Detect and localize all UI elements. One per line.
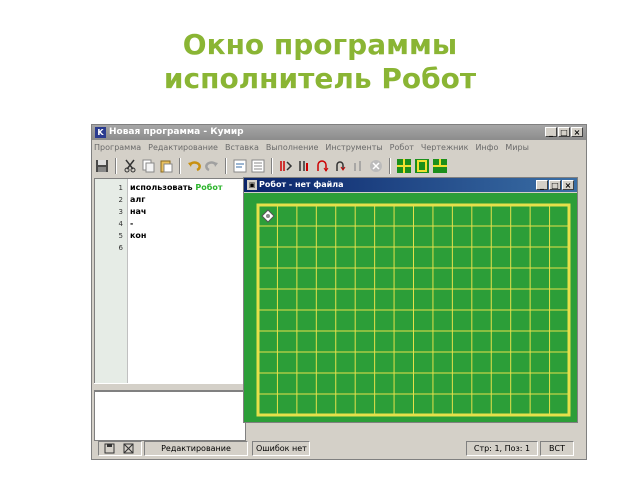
code-line[interactable]: - bbox=[130, 218, 133, 230]
menu-info[interactable]: Инфо bbox=[475, 141, 498, 155]
robot-window-titlebar[interactable]: ▣ Робот - нет файла _ □ × bbox=[244, 178, 577, 192]
robot-window-title: Робот - нет файла bbox=[259, 180, 344, 189]
status-mode: Редактирование bbox=[144, 441, 248, 456]
slide-title-line2: исполнитель Робот bbox=[163, 62, 477, 95]
menu-run[interactable]: Выполнение bbox=[266, 141, 319, 155]
line-number: 6 bbox=[118, 244, 123, 252]
step-out-icon[interactable] bbox=[332, 158, 348, 174]
undo-icon[interactable] bbox=[186, 158, 202, 174]
status-errors: Ошибок нет bbox=[252, 441, 310, 456]
maximize-button[interactable]: □ bbox=[558, 127, 570, 137]
line-number: 5 bbox=[118, 232, 123, 240]
toolbar-separator bbox=[271, 158, 273, 174]
toolbar bbox=[94, 156, 584, 176]
line-number: 2 bbox=[118, 196, 123, 204]
redo-icon[interactable] bbox=[204, 158, 220, 174]
code-line[interactable]: кон bbox=[130, 230, 146, 242]
run-icon[interactable] bbox=[278, 158, 294, 174]
line-number: 1 bbox=[118, 184, 123, 192]
step-into-icon[interactable] bbox=[314, 158, 330, 174]
line-number-gutter: 1 2 3 4 5 6 bbox=[95, 179, 128, 383]
code-editor[interactable]: 1 2 3 4 5 6 использовать Робот алг нач -… bbox=[94, 178, 246, 384]
copy-icon[interactable] bbox=[140, 158, 156, 174]
line-number: 4 bbox=[118, 220, 123, 228]
code-line[interactable]: нач bbox=[130, 206, 146, 218]
minimize-button[interactable]: _ bbox=[545, 127, 557, 137]
code-line[interactable]: алг bbox=[130, 194, 145, 206]
window-titlebar[interactable]: K Новая программа - Кумир _ □ × bbox=[92, 125, 586, 140]
field-icon[interactable] bbox=[432, 158, 448, 174]
robot-field-window: ▣ Робот - нет файла _ □ × bbox=[243, 177, 578, 423]
robot-field[interactable] bbox=[244, 193, 577, 422]
code-keyword: - bbox=[130, 219, 134, 228]
pause-icon[interactable] bbox=[350, 158, 366, 174]
output-panel[interactable] bbox=[94, 391, 246, 441]
toolbar-separator bbox=[389, 158, 391, 174]
menu-edit[interactable]: Редактирование bbox=[148, 141, 218, 155]
close-button[interactable]: × bbox=[571, 127, 583, 137]
panel-splitter[interactable] bbox=[94, 383, 244, 391]
menu-worlds[interactable]: Миры bbox=[505, 141, 529, 155]
app-icon: K bbox=[95, 127, 106, 138]
toolbar-separator bbox=[225, 158, 227, 174]
step-icon[interactable] bbox=[296, 158, 312, 174]
robot-close-button[interactable]: × bbox=[562, 180, 574, 190]
list-icon[interactable] bbox=[250, 158, 266, 174]
code-keyword: использовать bbox=[130, 183, 196, 192]
slide-title-line1: Окно программы bbox=[182, 28, 458, 61]
grid-icon[interactable] bbox=[396, 158, 412, 174]
code-line[interactable]: использовать Робот bbox=[130, 182, 222, 194]
toolbar-separator bbox=[179, 158, 181, 174]
insert-icon[interactable] bbox=[232, 158, 248, 174]
menu-drawer[interactable]: Чертежник bbox=[421, 141, 469, 155]
menu-robot[interactable]: Робот bbox=[390, 141, 414, 155]
paste-icon[interactable] bbox=[158, 158, 174, 174]
statusbar-icons bbox=[98, 441, 142, 456]
cut-icon[interactable] bbox=[122, 158, 138, 174]
menu-program[interactable]: Программа bbox=[94, 141, 141, 155]
code-keyword: алг bbox=[130, 195, 146, 204]
toolbar-separator bbox=[115, 158, 117, 174]
status-position: Стр: 1, Поз: 1 bbox=[466, 441, 538, 456]
window-icon: ▣ bbox=[247, 180, 257, 190]
line-number: 3 bbox=[118, 208, 123, 216]
code-keyword: нач bbox=[130, 207, 147, 216]
field-background bbox=[244, 193, 577, 422]
menu-tools[interactable]: Инструменты bbox=[325, 141, 382, 155]
code-robot-keyword: Робот bbox=[195, 183, 223, 192]
robot-minimize-button[interactable]: _ bbox=[536, 180, 548, 190]
code-keyword: кон bbox=[130, 231, 147, 240]
robot-maximize-button[interactable]: □ bbox=[549, 180, 561, 190]
menu-insert[interactable]: Вставка bbox=[225, 141, 259, 155]
save-icon[interactable] bbox=[94, 158, 110, 174]
menubar: Программа Редактирование Вставка Выполне… bbox=[94, 141, 529, 155]
save-state-icon bbox=[104, 443, 134, 454]
window-title: Новая программа - Кумир bbox=[109, 127, 244, 137]
square-icon[interactable] bbox=[414, 158, 430, 174]
stop-icon[interactable] bbox=[368, 158, 384, 174]
status-insert-mode: ВСТ bbox=[540, 441, 574, 456]
statusbar: Редактирование Ошибок нет Стр: 1, Поз: 1… bbox=[94, 441, 584, 457]
